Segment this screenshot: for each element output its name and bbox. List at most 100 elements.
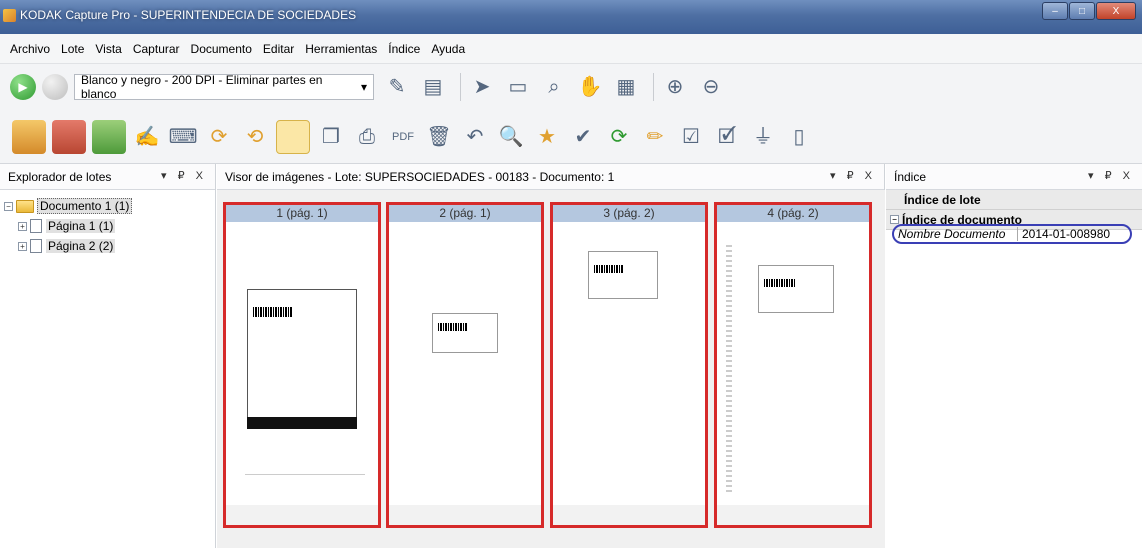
profile-select-value: Blanco y negro - 200 DPI - Eliminar part…: [81, 73, 323, 101]
merge-document-icon[interactable]: ⟲: [240, 122, 270, 152]
keyboard-icon[interactable]: ⌨: [168, 122, 198, 152]
document-name-label: Nombre Documento: [898, 227, 1018, 241]
thumbnail-label: 2 (pág. 1): [389, 205, 541, 222]
thumbnail-footer: [389, 505, 541, 525]
page-icon: [30, 239, 42, 253]
page-image: [392, 239, 538, 503]
handwriting-image: [750, 331, 800, 349]
menu-documento[interactable]: Documento: [191, 42, 252, 56]
thumbnail-3[interactable]: 3 (pág. 2): [550, 202, 708, 528]
page-image: [229, 239, 375, 503]
tree-item-label: Página 2 (2): [46, 239, 116, 253]
index-panel: Índice ▾ ₽ X Índice de lote − Índice de …: [886, 164, 1142, 548]
receipt-image: [588, 251, 658, 299]
panel-controls[interactable]: ▾ ₽ X: [161, 169, 207, 182]
refresh-icon[interactable]: ⟳: [604, 122, 634, 152]
check-badge-icon[interactable]: ✔: [568, 122, 598, 152]
receipt-image: [432, 313, 498, 353]
index-title: Índice: [894, 169, 927, 184]
collapse-icon[interactable]: −: [4, 201, 13, 211]
page-blank-icon[interactable]: ▯: [784, 122, 814, 152]
search-icon[interactable]: 🔍: [496, 122, 526, 152]
toolbar-edit: ✍ ⌨ ⟳ ⟲ ❐ ⎙ PDF 🗑 ↶ 🔍 ★ ✔ ⟳ ✏ ☑ 🗹 ⏚ ▯: [0, 110, 1142, 164]
filter-icon[interactable]: ⏚: [748, 122, 778, 152]
image-viewer-panel: Visor de imágenes - Lote: SUPERSOCIEDADE…: [217, 164, 885, 548]
index-view-icon[interactable]: [276, 119, 310, 154]
handwriting-image: [245, 435, 365, 475]
page-check-icon[interactable]: 🗹: [712, 122, 742, 152]
grid-view-icon[interactable]: ▦: [611, 72, 641, 102]
batch-close-icon[interactable]: [92, 119, 126, 154]
menu-indice[interactable]: Índice: [388, 42, 420, 56]
tree-item-document[interactable]: − Documento 1 (1): [4, 196, 211, 216]
page-copy-icon[interactable]: ❐: [316, 122, 346, 152]
thumbnail-4[interactable]: 4 (pág. 2): [714, 202, 872, 528]
window-title: KODAK Capture Pro - SUPERINTENDECIA DE S…: [20, 8, 357, 22]
checkbox-icon[interactable]: ☑: [676, 122, 706, 152]
delete-trash-icon[interactable]: 🗑: [424, 122, 454, 152]
menu-bar: Archivo Lote Vista Capturar Documento Ed…: [0, 34, 1142, 64]
batch-index-label: Índice de lote: [904, 192, 981, 207]
thumbnail-area: 1 (pág. 1) 2 (pág. 1) 3 (pág. 2) 4 (pág.…: [217, 190, 885, 548]
page-icon[interactable]: ▭: [503, 72, 533, 102]
window-controls: – □ X: [1041, 2, 1136, 20]
settings-edit-icon[interactable]: ✎: [382, 72, 412, 102]
pencil-icon[interactable]: ✏: [640, 122, 670, 152]
batch-index-row[interactable]: Índice de lote: [886, 190, 1142, 210]
handwriting-image: [492, 257, 532, 293]
minimize-button[interactable]: –: [1042, 2, 1068, 20]
pdf-export-icon[interactable]: PDF: [388, 122, 418, 152]
thumbnail-1[interactable]: 1 (pág. 1): [223, 202, 381, 528]
tree-item-label: Documento 1 (1): [37, 198, 133, 214]
menu-capturar[interactable]: Capturar: [133, 42, 180, 56]
menu-editar[interactable]: Editar: [263, 42, 294, 56]
star-icon[interactable]: ★: [532, 122, 562, 152]
collapse-icon[interactable]: −: [890, 215, 899, 224]
menu-vista[interactable]: Vista: [95, 42, 121, 56]
zoom-in-icon[interactable]: ⊕: [660, 72, 690, 102]
menu-herramientas[interactable]: Herramientas: [305, 42, 377, 56]
close-button[interactable]: X: [1096, 2, 1136, 20]
panel-controls[interactable]: ▾ ₽ X: [1088, 169, 1134, 182]
profile-select[interactable]: Blanco y negro - 200 DPI - Eliminar part…: [74, 73, 374, 101]
zoom-out-icon[interactable]: ⊖: [696, 72, 726, 102]
expand-icon[interactable]: +: [18, 221, 27, 231]
thumbnail-footer: [553, 505, 705, 525]
undo-icon[interactable]: ↶: [460, 122, 490, 152]
thumbnail-2[interactable]: 2 (pág. 1): [386, 202, 544, 528]
document-name-field[interactable]: Nombre Documento 2014-01-008980: [892, 224, 1132, 244]
menu-lote[interactable]: Lote: [61, 42, 84, 56]
batch-explorer-header: Explorador de lotes ▾ ₽ X: [0, 164, 215, 190]
expand-icon[interactable]: +: [18, 241, 27, 251]
page-image: [720, 239, 866, 503]
hand-pan-icon[interactable]: ✋: [575, 72, 605, 102]
folder-icon: [16, 199, 34, 213]
batch-new-icon[interactable]: [12, 119, 46, 154]
pointer-icon[interactable]: ➤: [467, 72, 497, 102]
handwriting-image: [820, 249, 860, 259]
menu-archivo[interactable]: Archivo: [10, 42, 50, 56]
panel-controls[interactable]: ▾ ₽ X: [830, 169, 876, 182]
batch-explorer-title: Explorador de lotes: [8, 169, 112, 184]
batch-open-icon[interactable]: [52, 119, 86, 154]
start-scan-icon[interactable]: ▶: [10, 74, 36, 100]
zoom-page-icon[interactable]: ⌕: [539, 72, 569, 102]
toolbar-capture: ▶ Blanco y negro - 200 DPI - Eliminar pa…: [0, 64, 1142, 110]
tree-item-page-2[interactable]: + Página 2 (2): [4, 236, 211, 256]
thumbnail-label: 3 (pág. 2): [553, 205, 705, 222]
menu-ayuda[interactable]: Ayuda: [431, 42, 465, 56]
thumbnail-footer: [226, 505, 378, 525]
thumbnail-label: 1 (pág. 1): [226, 205, 378, 222]
maximize-button[interactable]: □: [1069, 2, 1095, 20]
signature-icon[interactable]: ✍: [132, 122, 162, 152]
scan-edge-image: [726, 245, 732, 495]
document-name-value[interactable]: 2014-01-008980: [1018, 227, 1110, 241]
barcode-image: [594, 265, 624, 273]
index-header: Índice ▾ ₽ X: [886, 164, 1142, 190]
page-setup-icon[interactable]: ▤: [418, 72, 448, 102]
print-icon[interactable]: ⎙: [352, 122, 382, 152]
split-document-icon[interactable]: ⟳: [204, 122, 234, 152]
barcode-image: [764, 279, 796, 287]
tree-item-page-1[interactable]: + Página 1 (1): [4, 216, 211, 236]
stop-scan-icon[interactable]: [42, 74, 68, 100]
